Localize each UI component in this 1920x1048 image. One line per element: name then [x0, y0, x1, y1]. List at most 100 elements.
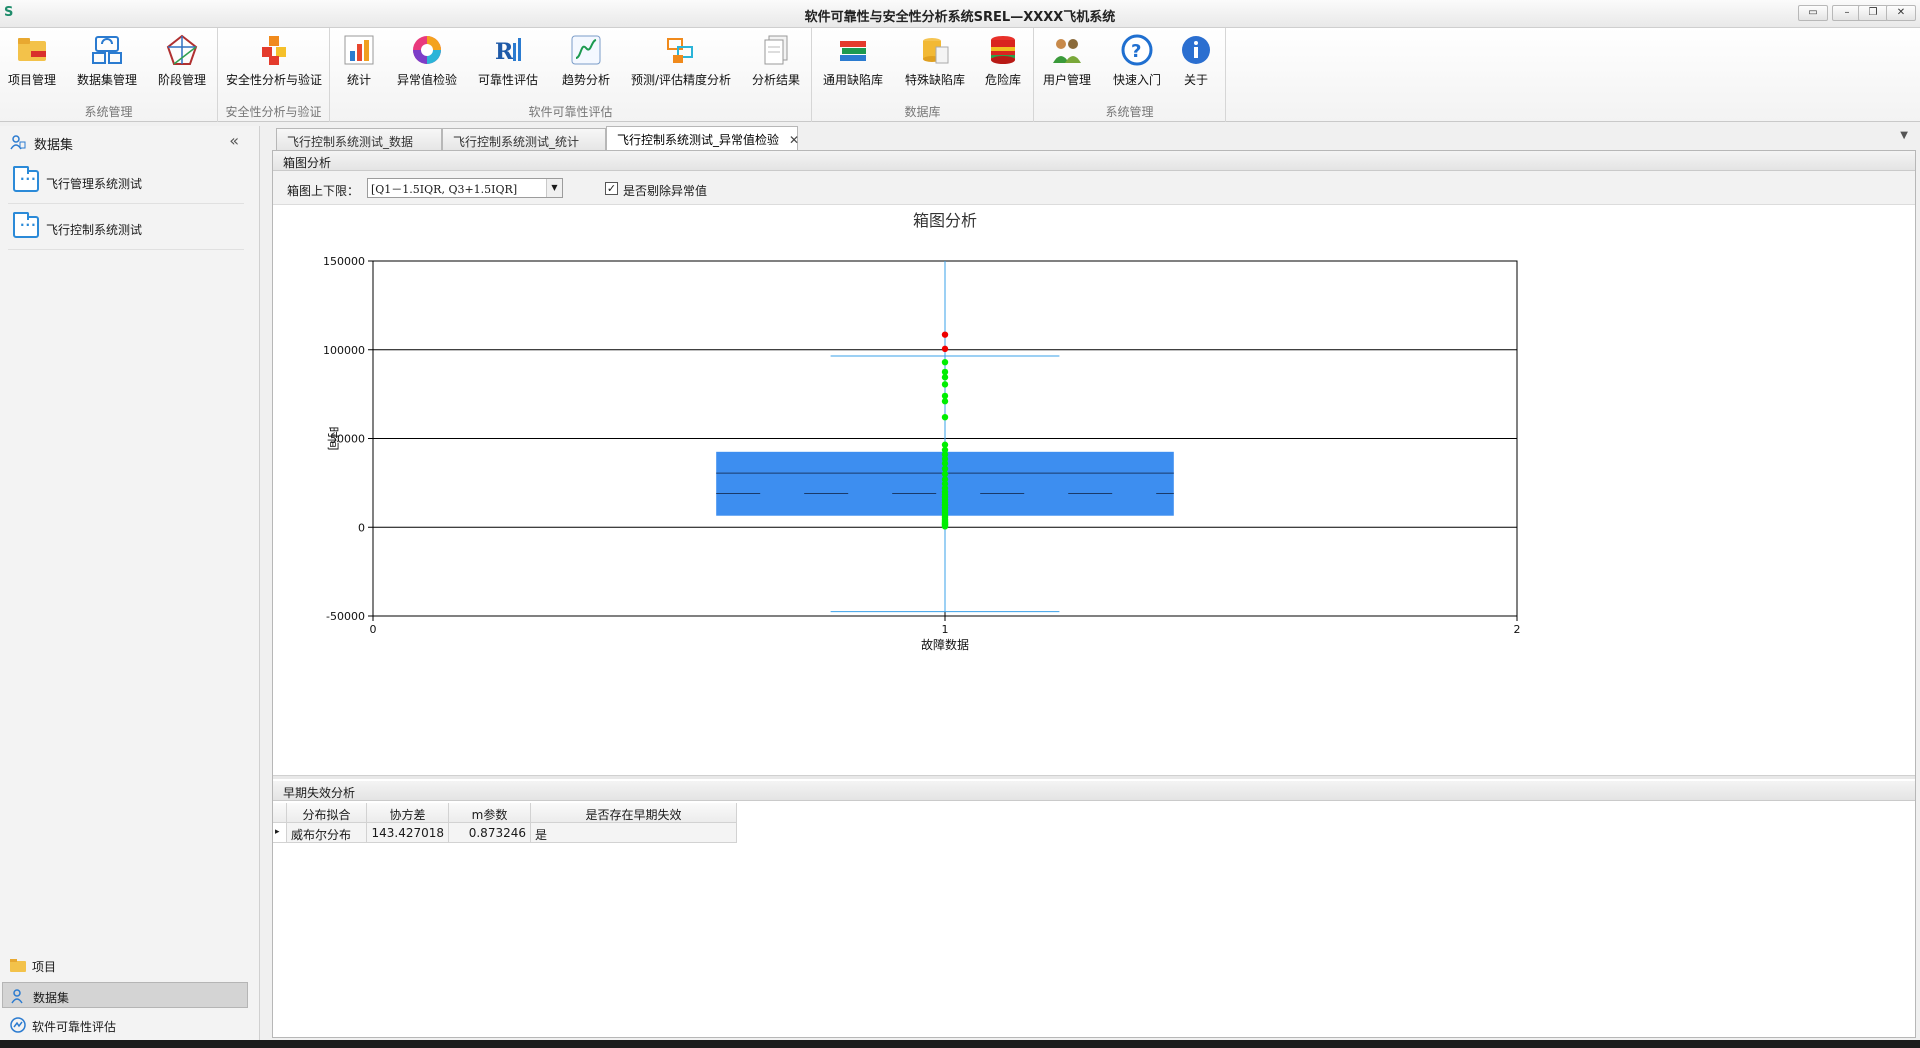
dataset-small-icon	[11, 989, 23, 1004]
precision-analysis-button[interactable]: 预测/评估精度分析	[628, 30, 734, 100]
x-tick-label: 0	[370, 623, 377, 636]
nav-bottom-project[interactable]: 项目	[2, 952, 248, 978]
project-management-button[interactable]: 项目管理	[4, 30, 60, 100]
ribbon: 项目管理 数据集管理 阶段管理 系统管理 安全性分析与验证 安全性分析与验证 统…	[0, 28, 1920, 122]
y-tick-label: 100000	[323, 344, 365, 357]
bound-label: 箱图上下限：	[287, 184, 360, 198]
y-axis-label: 时间	[326, 426, 340, 450]
bound-select[interactable]: [Q1－1.5IQR, Q3+1.5IQR] ▼	[367, 178, 563, 198]
hazard-db-button[interactable]: 危险库	[980, 30, 1026, 100]
splitter-handle[interactable]	[273, 775, 1915, 779]
inlier-point	[941, 392, 949, 400]
inlier-point	[941, 414, 949, 421]
ribbon-group-system-2: 用户管理 ? 快速入门 关于 系统管理	[1034, 28, 1226, 122]
folder-small-icon	[10, 959, 26, 972]
early-failure-section-title: 早期失效分析	[273, 781, 1915, 801]
remove-outlier-checkbox[interactable]: ✓	[605, 182, 618, 195]
aperture-icon	[413, 36, 441, 64]
tab-statistics[interactable]: 飞行控制系统测试_统计	[442, 128, 606, 150]
window-title: 软件可靠性与安全性分析系统SREL—XXXX飞机系统	[804, 10, 1116, 25]
collapse-nav-button[interactable]: «	[229, 131, 239, 150]
chevron-down-icon: ▼	[546, 179, 562, 197]
statistics-button[interactable]: 统计	[338, 30, 380, 100]
nav-item-label: 飞行管理系统测试	[46, 177, 143, 191]
reliability-small-icon	[10, 1017, 26, 1033]
outlier-point	[941, 331, 949, 338]
ribbon-group-label: 系统管理	[84, 105, 133, 119]
row-indicator-header	[273, 803, 287, 823]
special-defect-db-button[interactable]: 特殊缺陷库	[902, 30, 968, 100]
y-tick-label: 0	[358, 521, 365, 534]
column-header[interactable]: m参数	[449, 803, 531, 823]
trend-analysis-button[interactable]: 趋势分析	[558, 30, 614, 100]
x-tick-label: 2	[1514, 623, 1521, 636]
about-button[interactable]: 关于	[1176, 30, 1216, 100]
svg-text:R: R	[495, 39, 514, 65]
precision-icon	[667, 38, 693, 63]
table-cell[interactable]: 143.427018	[367, 823, 449, 843]
nav-header-title: 数据集	[34, 138, 74, 153]
y-tick-label: 150000	[323, 255, 365, 268]
ribbon-group-label: 数据库	[904, 105, 941, 119]
table-row[interactable]: ▸ 威布尔分布 143.427018 0.873246 是	[273, 823, 839, 843]
table-cell[interactable]: 是	[531, 823, 737, 843]
x-axis-label: 故障数据	[921, 637, 969, 652]
inlier-point	[941, 441, 949, 448]
quick-start-button[interactable]: ? 快速入门	[1108, 30, 1166, 100]
table-cell[interactable]: 0.873246	[449, 823, 531, 843]
nav-bottom-reliability[interactable]: 软件可靠性评估	[2, 1012, 248, 1038]
boxplot-section-title: 箱图分析	[273, 151, 1915, 171]
close-tab-icon[interactable]: ✕	[789, 133, 799, 147]
ribbon-group-label: 软件可靠性评估	[528, 105, 613, 119]
maximize-button[interactable]: ❐	[1858, 5, 1888, 21]
safety-analysis-button[interactable]: 安全性分析与验证	[224, 30, 324, 100]
table-header-row: 分布拟合 协方差 m参数 是否存在早期失效	[273, 803, 839, 823]
ribbon-group-label: 安全性分析与验证	[225, 105, 322, 119]
column-header[interactable]: 是否存在早期失效	[531, 803, 737, 823]
x-tick-label: 1	[942, 623, 949, 636]
ribbon-group-label: 系统管理	[1105, 105, 1154, 119]
bar-chart-icon	[344, 35, 374, 65]
ribbon-group-database: 通用缺陷库 特殊缺陷库 危险库 数据库	[812, 28, 1034, 122]
reliability-assessment-button[interactable]: R 可靠性评估	[476, 30, 540, 100]
analysis-results-button[interactable]: 分析结果	[748, 30, 804, 100]
outlier-test-button[interactable]: 异常值检验	[394, 30, 460, 100]
outlier-point	[941, 345, 949, 353]
tab-data[interactable]: 飞行控制系统测试_数据	[276, 128, 442, 150]
chart-title: 箱图分析	[913, 211, 977, 230]
folder-icon	[13, 212, 39, 238]
chart-box-group	[716, 261, 1174, 613]
r-chart-icon: R	[495, 38, 521, 65]
user-management-button[interactable]: 用户管理	[1040, 30, 1094, 100]
table-cell[interactable]: 威布尔分布	[287, 823, 367, 843]
folder-project-icon	[18, 38, 46, 61]
column-header[interactable]: 分布拟合	[287, 803, 367, 823]
users-icon	[1053, 39, 1081, 63]
nav-item-flight-control[interactable]: 飞行控制系统测试	[8, 206, 244, 250]
dataset-management-button[interactable]: 数据集管理	[72, 30, 142, 100]
nav-item-flight-management[interactable]: 飞行管理系统测试	[8, 160, 244, 204]
database-icon	[923, 38, 949, 64]
chart-axes: 箱图分析150000100000500000-500000 1 2故障数据时间	[323, 211, 1521, 652]
inlier-point	[941, 358, 949, 366]
close-window-button[interactable]: ✕	[1886, 5, 1916, 21]
boxplot-toolbar: 箱图上下限： [Q1－1.5IQR, Q3+1.5IQR] ▼ ✓ 是否剔除异常…	[273, 171, 1915, 205]
nav-header: 数据集 «	[0, 126, 259, 156]
tab-list-dropdown[interactable]: ▼	[1900, 130, 1908, 141]
nav-bottom-dataset[interactable]: 数据集	[2, 982, 248, 1008]
left-nav-panel: 数据集 « 飞行管理系统测试 飞行控制系统测试 项目 数据集 软件可靠性评估	[0, 126, 260, 1044]
restore-button[interactable]: ▭	[1798, 5, 1828, 21]
cubes-icon	[262, 36, 286, 65]
inlier-point	[941, 368, 949, 376]
help-icon: ?	[1121, 34, 1153, 66]
dataset-small-icon	[10, 135, 26, 150]
document-tabs: 飞行控制系统测试_数据 飞行控制系统测试_统计 飞行控制系统测试_异常值检验 ✕ …	[272, 126, 1916, 150]
stage-management-button[interactable]: 阶段管理	[154, 30, 210, 100]
common-defect-db-button[interactable]: 通用缺陷库	[820, 30, 886, 100]
maximize-icon: ❐	[1868, 7, 1878, 18]
column-header[interactable]: 协方差	[367, 803, 449, 823]
row-indicator-icon: ▸	[273, 823, 287, 843]
inlier-point	[941, 381, 949, 388]
tab-outlier-test[interactable]: 飞行控制系统测试_异常值检验 ✕	[606, 126, 799, 150]
close-icon: ✕	[1896, 7, 1906, 18]
